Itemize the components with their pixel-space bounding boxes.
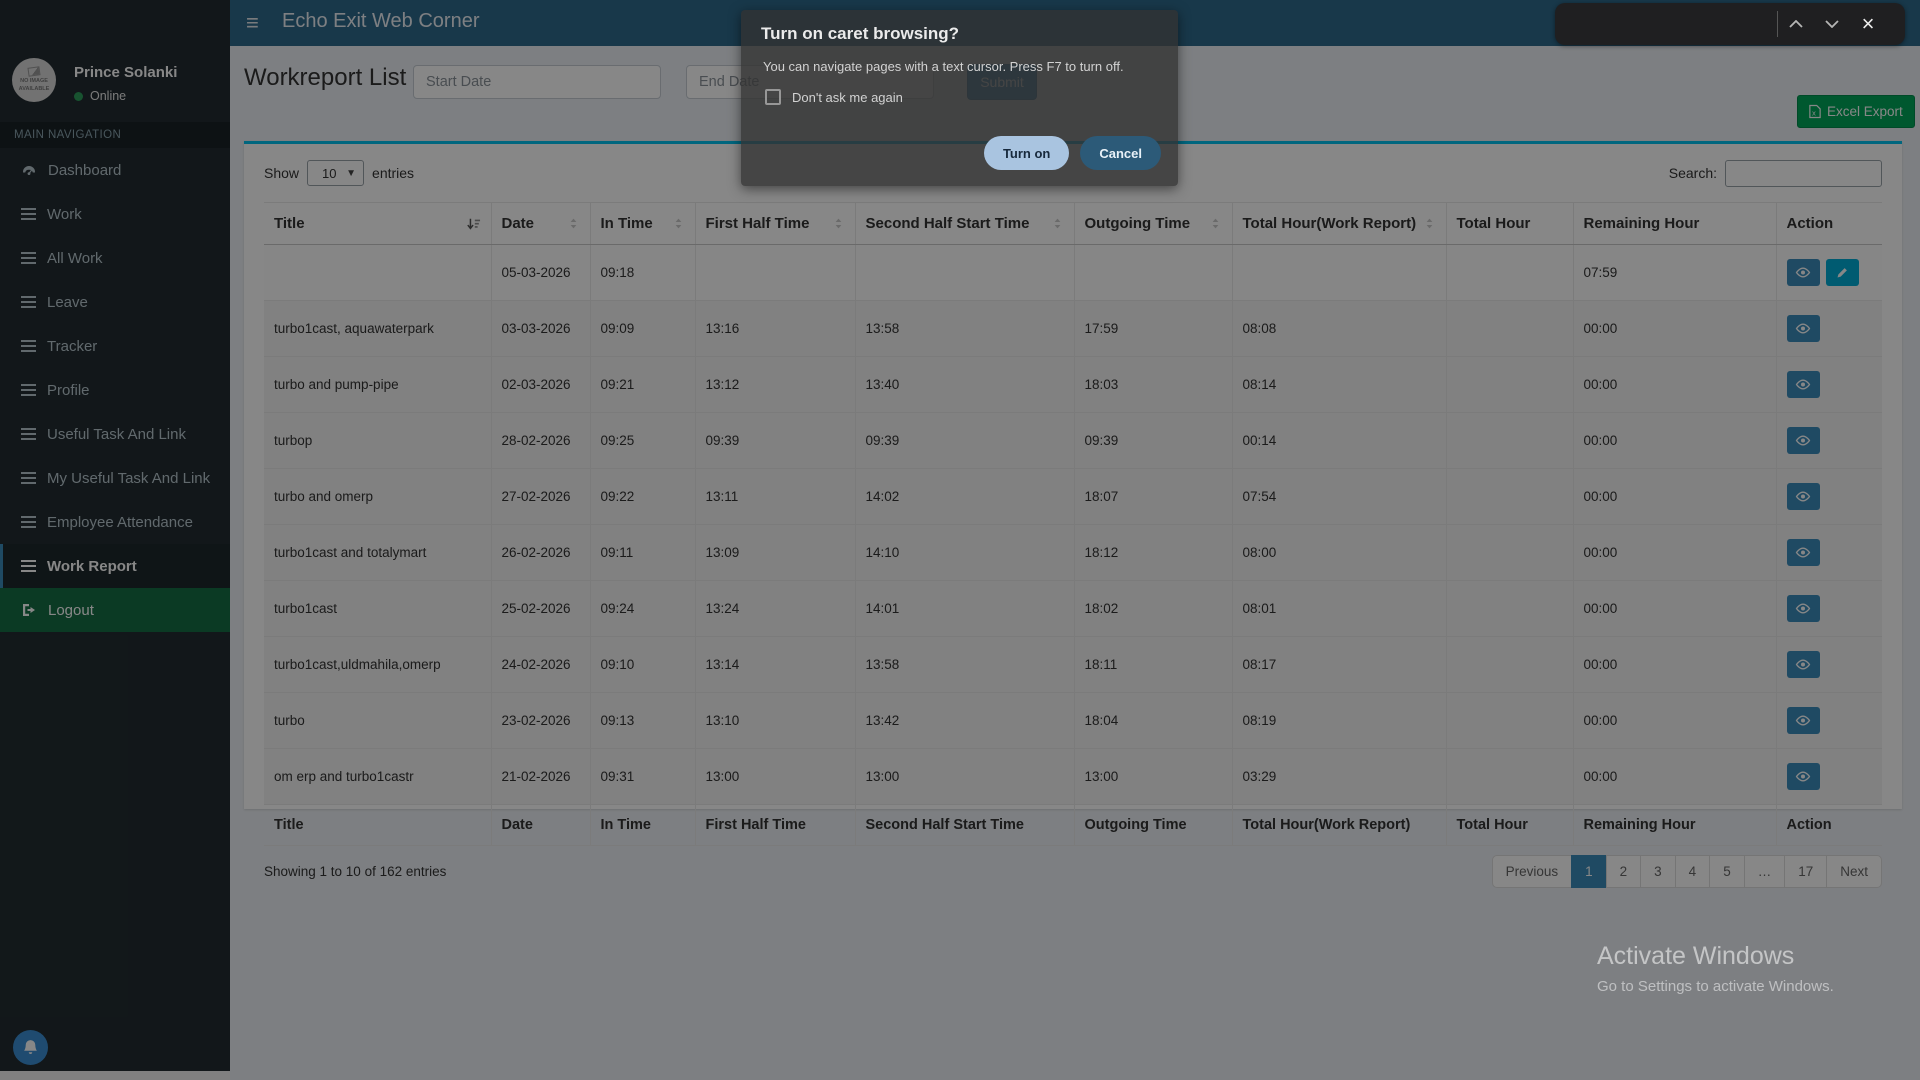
find-previous-button[interactable] xyxy=(1778,3,1814,45)
dialog-body-text: You can navigate pages with a text curso… xyxy=(763,59,1124,74)
find-in-page-bar: × xyxy=(1555,3,1905,45)
activate-windows-watermark: Activate Windows Go to Settings to activ… xyxy=(1597,942,1834,995)
watermark-line1: Activate Windows xyxy=(1597,942,1795,970)
checkbox-unchecked-icon[interactable] xyxy=(765,89,781,105)
find-input[interactable] xyxy=(1565,10,1777,38)
dont-ask-again-label: Don't ask me again xyxy=(792,89,903,105)
application-window: NO IMAGE AVAILABLE Prince Solanki Online… xyxy=(0,0,1920,1080)
find-close-button[interactable]: × xyxy=(1850,3,1886,45)
watermark-line2: Go to Settings to activate Windows. xyxy=(1597,978,1834,995)
dialog-title: Turn on caret browsing? xyxy=(761,24,960,43)
close-icon: × xyxy=(1861,11,1875,36)
chevron-up-icon xyxy=(1789,20,1803,28)
caret-browsing-dialog: Turn on caret browsing? You can navigate… xyxy=(741,10,1178,186)
chevron-down-icon xyxy=(1825,20,1839,28)
dont-ask-again-option[interactable]: Don't ask me again xyxy=(765,89,903,105)
cancel-button[interactable]: Cancel xyxy=(1080,136,1161,170)
find-next-button[interactable] xyxy=(1814,3,1850,45)
turn-on-button[interactable]: Turn on xyxy=(983,136,1070,170)
